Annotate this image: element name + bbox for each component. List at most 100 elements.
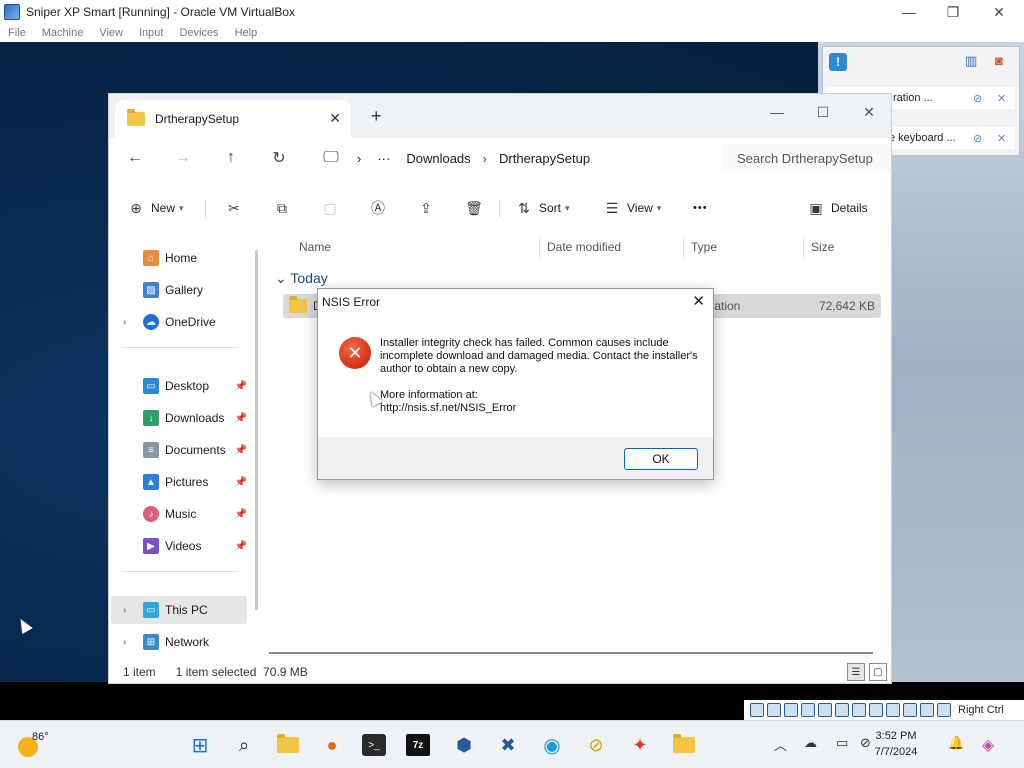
cut-button[interactable]: ✂ — [225, 194, 243, 222]
nav-item-network[interactable]: › ⊞ Network — [111, 628, 247, 656]
notification-close-icon[interactable]: ✕ — [997, 132, 1006, 145]
usb-icon[interactable] — [835, 703, 849, 717]
search-input[interactable]: Search DrtherapySetup — [721, 144, 891, 172]
menu-help[interactable]: Help — [235, 27, 258, 39]
chevron-right-icon[interactable]: › — [123, 317, 126, 328]
tool-icon[interactable]: ⊘ — [582, 731, 610, 759]
firefox-icon[interactable]: ● — [318, 731, 346, 759]
folder-icon[interactable] — [670, 731, 698, 759]
explorer-close-button[interactable]: ✕ — [851, 100, 887, 124]
menu-input[interactable]: Input — [139, 27, 163, 39]
ok-button[interactable]: OK — [624, 448, 698, 470]
chevron-right-icon[interactable]: › — [123, 605, 126, 616]
edge-icon[interactable]: ◉ — [538, 731, 566, 759]
notification-icon[interactable]: ! — [829, 53, 847, 71]
tiles-view-icon[interactable]: ▢ — [869, 663, 887, 681]
explorer-maximize-button[interactable]: ☐ — [805, 100, 841, 124]
app-icon[interactable]: ✦ — [626, 731, 654, 759]
nav-item-gallery[interactable]: ▨ Gallery — [111, 276, 247, 304]
7zip-icon[interactable]: 7z — [406, 734, 430, 756]
paste-button[interactable]: ▢ — [321, 194, 339, 222]
refresh-icon[interactable]: ↻ — [265, 144, 293, 172]
keyboard-icon[interactable] — [937, 703, 951, 717]
details-view-icon[interactable]: ☰ — [847, 663, 865, 681]
pin-icon[interactable]: 📌 — [235, 381, 247, 392]
up-arrow-icon[interactable]: ↑ — [217, 144, 245, 172]
nav-item-this-pc[interactable]: › ▭ This PC — [111, 596, 247, 624]
menu-machine[interactable]: Machine — [42, 27, 84, 39]
start-icon[interactable]: ⊞ — [186, 731, 214, 759]
forward-arrow-icon[interactable]: → — [169, 144, 197, 172]
recording-icon[interactable] — [886, 703, 900, 717]
restore-button[interactable]: ❐ — [930, 0, 976, 24]
audio-icon[interactable] — [801, 703, 815, 717]
hdd-icon[interactable] — [750, 703, 764, 717]
new-tab-button[interactable]: + — [371, 106, 382, 127]
sort-button[interactable]: ⇅ Sort ▾ — [515, 194, 569, 222]
nav-item-videos[interactable]: ▶ Videos 📌 — [111, 532, 247, 560]
pin-icon[interactable]: 📌 — [235, 477, 247, 488]
menu-devices[interactable]: Devices — [179, 27, 218, 39]
copilot-icon[interactable]: ◈ — [982, 735, 994, 755]
nav-item-downloads[interactable]: ↓ Downloads 📌 — [111, 404, 247, 432]
panel-icon-a[interactable]: ▥ — [965, 53, 977, 69]
cloud-off-icon[interactable]: ☁ — [804, 735, 817, 751]
nav-item-documents[interactable]: ≡ Documents 📌 — [111, 436, 247, 464]
menu-file[interactable]: File — [8, 27, 26, 39]
optical-drive-icon[interactable] — [767, 703, 781, 717]
back-arrow-icon[interactable]: ← — [121, 144, 149, 172]
search-icon[interactable]: ⌕ — [230, 731, 258, 759]
pin-icon[interactable]: 📌 — [235, 445, 247, 456]
close-button[interactable]: ✕ — [976, 0, 1022, 24]
explorer-tab[interactable]: DrtherapySetup ✕ — [115, 100, 351, 138]
computer-icon[interactable]: 🖵 — [317, 144, 345, 172]
panel-icon-b[interactable]: ◙ — [995, 53, 1003, 68]
shared-folder-icon[interactable] — [852, 703, 866, 717]
column-size[interactable]: Size — [811, 240, 834, 254]
notification-dismiss-icon[interactable]: ⊘ — [973, 132, 982, 145]
pin-icon[interactable]: 📌 — [235, 509, 247, 520]
share-button[interactable]: ⇪ — [417, 194, 435, 222]
horizontal-scrollbar[interactable] — [269, 652, 873, 654]
explorer-minimize-button[interactable]: — — [759, 100, 795, 124]
nav-item-home[interactable]: ⌂ Home — [111, 244, 247, 272]
notification-close-icon[interactable]: ✕ — [997, 92, 1006, 105]
breadcrumb-current[interactable]: DrtherapySetup — [499, 151, 590, 166]
nav-item-onedrive[interactable]: › ☁ OneDrive — [111, 308, 247, 336]
screen-icon[interactable]: ▭ — [836, 735, 848, 751]
new-button[interactable]: ⊕ New ▾ — [127, 194, 183, 222]
virtualbox-icon[interactable]: ⬢ — [450, 731, 478, 759]
more-options-button[interactable]: ••• — [693, 194, 708, 222]
menu-view[interactable]: View — [99, 27, 123, 39]
chevron-up-icon[interactable]: ︿ — [774, 735, 787, 754]
view-button[interactable]: ☰ View ▾ — [603, 194, 662, 222]
breadcrumb[interactable]: › ··· Downloads › DrtherapySetup — [351, 144, 745, 172]
pin-icon[interactable]: 📌 — [235, 541, 247, 552]
column-date-modified[interactable]: Date modified — [547, 240, 621, 254]
notification-dismiss-icon[interactable]: ⊘ — [973, 92, 982, 105]
breadcrumb-downloads[interactable]: Downloads — [406, 151, 470, 166]
floppy-icon[interactable] — [784, 703, 798, 717]
tab-close-icon[interactable]: ✕ — [329, 110, 341, 127]
clock[interactable]: 3:52 PM 7/7/2024 — [866, 728, 926, 760]
more-path-icon[interactable]: ··· — [377, 151, 390, 166]
xp-app-icon[interactable]: ✖ — [494, 731, 522, 759]
dialog-close-icon[interactable]: ✕ — [692, 292, 705, 310]
minimize-button[interactable]: — — [886, 0, 932, 24]
column-type[interactable]: Type — [691, 240, 717, 254]
terminal-icon[interactable]: >_ — [362, 734, 386, 756]
details-button[interactable]: ▣ Details — [807, 194, 867, 222]
group-header[interactable]: ⌄ Today — [275, 270, 328, 287]
nav-scrollbar[interactable] — [255, 250, 258, 610]
delete-button[interactable]: 🗑 — [465, 194, 483, 222]
network-icon[interactable] — [818, 703, 832, 717]
copy-button[interactable]: ⧉ — [273, 194, 291, 222]
nav-item-pictures[interactable]: ▲ Pictures 📌 — [111, 468, 247, 496]
nav-item-music[interactable]: ♪ Music 📌 — [111, 500, 247, 528]
nav-item-desktop[interactable]: ▭ Desktop 📌 — [111, 372, 247, 400]
file-explorer-icon[interactable] — [274, 731, 302, 759]
mouse-integration-icon[interactable] — [920, 703, 934, 717]
chevron-right-icon[interactable]: › — [123, 637, 126, 648]
column-name[interactable]: Name — [299, 240, 331, 254]
rename-button[interactable]: Ⓐ — [369, 194, 387, 222]
